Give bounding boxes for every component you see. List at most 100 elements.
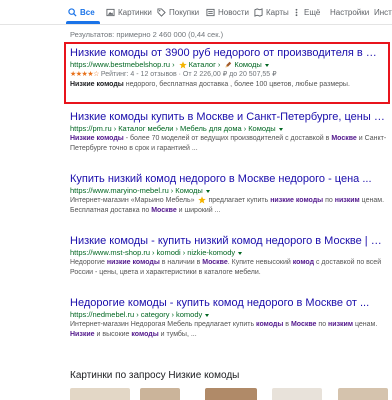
result-url-line: https://www.bestmebelshop.ru › Каталог ›…: [70, 60, 384, 70]
tab-maps[interactable]: Карты: [254, 4, 289, 20]
separator: ›: [217, 60, 221, 69]
dropdown-arrow-icon[interactable]: [278, 127, 283, 131]
map-icon: [254, 7, 263, 17]
rating-text: Рейтинг: 4 - 12 отзывов · От 2 226,00 ₽ …: [100, 71, 277, 78]
result-title[interactable]: Купить низкий комод недорого в Москве не…: [70, 172, 388, 186]
snippet-bold: низким: [334, 197, 360, 204]
separator: ›: [243, 124, 247, 133]
breadcrumb-item[interactable]: Мебель для дома: [180, 124, 242, 134]
breadcrumb-item[interactable]: komodi: [157, 248, 181, 258]
news-icon: [206, 8, 215, 16]
images-section-heading[interactable]: Картинки по запросу Низкие комоды: [70, 370, 239, 381]
snippet-text: Интернет-магазин Недорогая Мебель предла…: [70, 321, 257, 328]
active-tab-indicator: [66, 21, 100, 24]
snippet-bold: низкие комоды: [270, 197, 324, 204]
separator: ›: [170, 186, 174, 195]
snippet-bold: низким: [328, 321, 354, 328]
snippet-bold: комоды: [131, 330, 159, 338]
tab-images[interactable]: Картинки: [106, 4, 152, 20]
breadcrumb-item[interactable]: nizkie-komody: [187, 248, 235, 258]
tag-icon: [157, 7, 166, 17]
result-snippet: Низкие комоды недорого, бесплатная доста…: [70, 80, 384, 90]
separator: ›: [136, 310, 139, 319]
breadcrumb-item[interactable]: Каталог мебели: [118, 124, 173, 134]
result-title[interactable]: Низкие комоды - купить низкий комод недо…: [70, 234, 388, 248]
pen-icon: [225, 61, 232, 68]
snippet-text: Недорогие: [70, 259, 107, 266]
result-url[interactable]: https://www.bestmebelshop.ru: [70, 60, 170, 70]
breadcrumb-item[interactable]: Комоды: [234, 60, 261, 70]
result-url-line: https://pm.ru › Каталог мебели › Мебель …: [70, 124, 388, 134]
snippet-bold: комод: [292, 259, 315, 266]
snippet-text: и высокие: [94, 330, 132, 338]
more-icon: [295, 8, 298, 16]
breadcrumb-item[interactable]: Комоды: [175, 186, 202, 196]
dropdown-arrow-icon[interactable]: [264, 63, 269, 67]
tab-news-label: Новости: [218, 7, 249, 17]
result-url-line: https://www.mst-shop.ru › komodi › nizki…: [70, 248, 388, 258]
snippet-bold: Москве: [202, 259, 228, 266]
separator: ›: [152, 248, 155, 257]
snippet-bold: Низкие комоды: [70, 81, 124, 88]
tab-settings[interactable]: Настройки: [330, 4, 369, 20]
tab-more-label: Ещё: [304, 7, 321, 17]
result-url-line: https://www.maryino-mebel.ru › Комоды: [70, 186, 388, 196]
tab-maps-label: Карты: [266, 7, 289, 17]
separator: ›: [182, 248, 186, 257]
breadcrumb-item[interactable]: Комоды: [248, 124, 275, 134]
snippet-bold: Москве: [151, 206, 177, 214]
star-icon: [178, 61, 187, 69]
tab-all-label: Все: [80, 7, 95, 17]
search-result-2: Низкие комоды купить в Москве и Санкт-Пе…: [70, 110, 388, 153]
tab-images-label: Картинки: [118, 7, 152, 17]
snippet-text: и тумбы, ...: [158, 330, 197, 338]
separator: ›: [171, 310, 175, 319]
image-thumbnail[interactable]: [338, 388, 388, 400]
tab-shopping[interactable]: Покупки: [157, 4, 199, 20]
tab-all[interactable]: Все: [68, 4, 95, 20]
image-thumbnail[interactable]: [70, 388, 130, 400]
tab-settings-label: Настройки: [330, 7, 370, 17]
image-thumbnail[interactable]: [140, 388, 180, 400]
separator: ›: [172, 60, 175, 69]
snippet-text: . Купите невысокий: [227, 259, 293, 266]
dropdown-arrow-icon[interactable]: [205, 313, 210, 317]
image-thumbnail[interactable]: [205, 388, 257, 400]
snippet-text: недорого, бесплатная доставка , более 10…: [123, 81, 350, 88]
separator: ›: [113, 124, 117, 133]
separator: ›: [175, 124, 178, 133]
star-icon: [198, 196, 207, 204]
image-thumbnail[interactable]: [272, 388, 322, 400]
result-title[interactable]: Недорогие комоды - купить комод недорого…: [70, 296, 388, 310]
snippet-text: в: [283, 321, 291, 328]
search-result-5: Недорогие комоды - купить комод недорого…: [70, 296, 388, 339]
dropdown-arrow-icon[interactable]: [238, 251, 243, 255]
breadcrumb-item[interactable]: Каталог: [189, 60, 216, 70]
result-snippet: Низкие комоды - более 70 моделей от веду…: [70, 134, 388, 153]
image-icon: [106, 8, 115, 16]
result-title[interactable]: Низкие комоды купить в Москве и Санкт-Пе…: [70, 110, 388, 124]
result-url[interactable]: https://pm.ru: [70, 124, 112, 134]
result-url[interactable]: https://nedmebel.ru: [70, 310, 134, 320]
result-snippet: Интернет-магазин «Марьино Мебель» предла…: [70, 196, 388, 215]
tab-tools[interactable]: Инст: [374, 4, 392, 20]
search-tabs: Все Картинки Покупки Новости Карты Ещё Н…: [0, 0, 392, 25]
result-url[interactable]: https://www.mst-shop.ru: [70, 248, 150, 258]
search-result-4: Низкие комоды - купить низкий комод недо…: [70, 234, 388, 277]
snippet-bold: низкие комоды: [106, 259, 160, 266]
snippet-text: предлагает купить: [208, 197, 271, 204]
search-result-3: Купить низкий комод недорого в Москве не…: [70, 172, 388, 215]
result-title[interactable]: Низкие комоды от 3900 руб недорого от пр…: [70, 46, 384, 60]
breadcrumb-item[interactable]: category: [141, 310, 170, 320]
snippet-text: в наличии в: [159, 259, 203, 266]
snippet-text: - более 70 моделей от ведущих производит…: [123, 135, 332, 142]
breadcrumb-item[interactable]: komody: [176, 310, 202, 320]
dropdown-arrow-icon[interactable]: [205, 189, 210, 193]
snippet-text: ценам.: [353, 321, 378, 328]
result-snippet: Интернет-магазин Недорогая Мебель предла…: [70, 320, 388, 339]
search-icon: [68, 7, 77, 17]
result-stats: Результатов: примерно 2 460 000 (0,44 се…: [70, 30, 224, 39]
tab-more[interactable]: Ещё: [292, 4, 320, 20]
result-url[interactable]: https://www.maryino-mebel.ru: [70, 186, 169, 196]
tab-news[interactable]: Новости: [206, 4, 249, 20]
